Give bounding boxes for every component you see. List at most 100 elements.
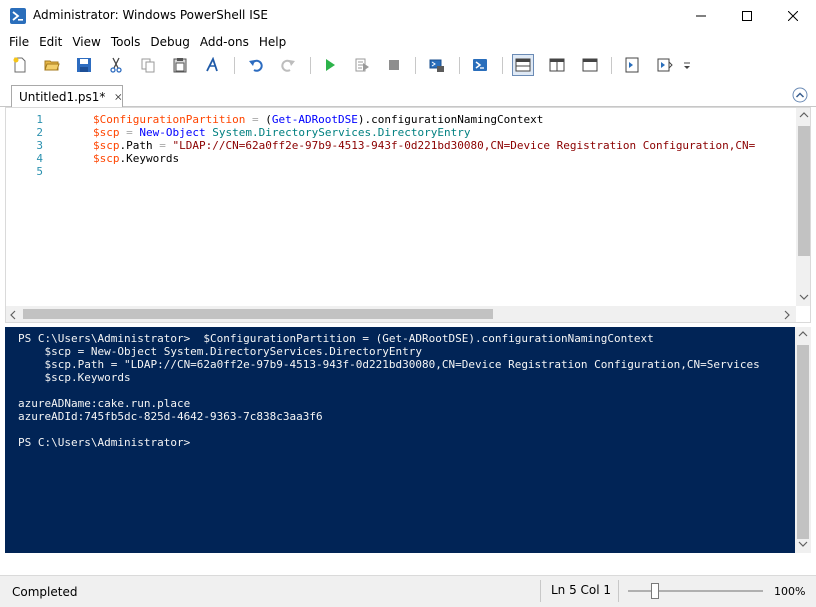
console-output[interactable]: PS C:\Users\Administrator> $Configuratio…: [5, 329, 795, 549]
scroll-down-icon[interactable]: [798, 541, 808, 547]
new-file-button[interactable]: [9, 54, 31, 76]
stop-button[interactable]: [383, 54, 405, 76]
toolbar-separator: [611, 57, 612, 74]
run-selection-button[interactable]: [351, 54, 373, 76]
minimize-button[interactable]: [678, 0, 724, 32]
close-tab-icon[interactable]: [115, 92, 122, 102]
tab-untitled1[interactable]: Untitled1.ps1*: [11, 85, 123, 108]
show-script-pane-right-icon: [549, 58, 565, 72]
scroll-up-icon[interactable]: [798, 331, 808, 337]
show-command-addon-icon: [657, 58, 673, 72]
code-token: New-Object: [139, 126, 206, 139]
powershell-icon: [10, 8, 26, 24]
code-token: =: [119, 126, 140, 139]
toolbar-separator: [502, 57, 503, 74]
menu-tools[interactable]: Tools: [106, 35, 146, 49]
menu-add-ons[interactable]: Add-ons: [195, 35, 254, 49]
code-token: Path: [126, 139, 153, 152]
scrollbar-thumb[interactable]: [797, 345, 809, 539]
code-line[interactable]: 4 $scp.Keywords: [6, 152, 796, 165]
scroll-left-icon[interactable]: [10, 310, 16, 320]
save-button[interactable]: [73, 54, 95, 76]
line-number: 5: [36, 165, 43, 178]
save-icon: [77, 58, 91, 72]
cursor-position: Ln 5 Col 1: [551, 583, 612, 597]
code-line[interactable]: 3 $scp.Path = "LDAP://CN=62a0ff2e-97b9-45…: [6, 139, 796, 152]
editor-vertical-scrollbar[interactable]: [796, 108, 810, 306]
line-number: 1: [36, 113, 43, 126]
open-folder-icon: [44, 60, 60, 71]
run-selection-icon: [355, 58, 369, 72]
window-title: Administrator: Windows PowerShell ISE: [33, 8, 268, 22]
show-command-addon-button[interactable]: [654, 54, 676, 76]
redo-button[interactable]: [277, 54, 299, 76]
toolbar-overflow-icon: [684, 62, 690, 69]
code-token: $ConfigurationPartition: [93, 113, 246, 126]
status-divider: [540, 580, 541, 602]
code-line[interactable]: 1 $ConfigurationPartition = (Get-ADRootDS…: [6, 113, 796, 126]
menu-file[interactable]: File: [4, 35, 34, 49]
editor-horizontal-scrollbar[interactable]: [6, 306, 796, 322]
maximize-button[interactable]: [724, 0, 770, 32]
clear-console-icon: [206, 57, 218, 72]
tab-label: Untitled1.ps1*: [19, 90, 106, 104]
console-line: azureADId:745fb5dc-825d-4642-9363-7c838c…: [18, 410, 323, 423]
close-button[interactable]: [770, 0, 816, 32]
zoom-slider-thumb[interactable]: [651, 583, 659, 599]
start-powershell-button[interactable]: [469, 54, 491, 76]
code-token: =: [245, 113, 266, 126]
remote-powershell-tab-button[interactable]: [426, 54, 448, 76]
scroll-right-icon[interactable]: [784, 310, 790, 320]
status-divider: [618, 580, 619, 602]
console-line: $scp.Path = "LDAP://CN=62a0ff2e-97b9-451…: [18, 358, 760, 371]
menu-debug[interactable]: Debug: [145, 35, 194, 49]
title-bar: Administrator: Windows PowerShell ISE: [0, 0, 816, 32]
cut-button[interactable]: [105, 54, 127, 76]
console-pane[interactable]: PS C:\Users\Administrator> $Configuratio…: [5, 327, 811, 553]
clear-console-button[interactable]: [201, 54, 223, 76]
console-line: PS C:\Users\Administrator>: [18, 436, 191, 449]
copy-button[interactable]: [137, 54, 159, 76]
paste-button[interactable]: [169, 54, 191, 76]
code-line[interactable]: 5: [6, 165, 796, 178]
console-line: $scp.Keywords: [18, 371, 131, 384]
scroll-up-icon[interactable]: [799, 112, 809, 118]
code-token: (: [265, 113, 272, 126]
zoom-slider[interactable]: [628, 590, 763, 592]
code-text: $scp.Path = "LDAP://CN=62a0ff2e-97b9-451…: [93, 139, 755, 152]
script-editor[interactable]: 1 $ConfigurationPartition = (Get-ADRootDS…: [5, 107, 811, 323]
show-script-pane-right-button[interactable]: [546, 54, 568, 76]
show-script-pane-top-button[interactable]: [512, 54, 534, 76]
show-command-window-button[interactable]: [621, 54, 643, 76]
line-number: 4: [36, 152, 43, 165]
console-line: PS C:\Users\Administrator> $Configuratio…: [18, 332, 654, 345]
run-script-button[interactable]: [319, 54, 341, 76]
toolbar-separator: [310, 57, 311, 74]
code-token: ).: [357, 113, 372, 126]
menu-view[interactable]: View: [67, 35, 105, 49]
toolbar-overflow-button[interactable]: [680, 54, 694, 76]
code-token: =: [152, 139, 173, 152]
scroll-down-icon[interactable]: [799, 294, 809, 300]
open-button[interactable]: [41, 54, 63, 76]
console-line: azureADName:cake.run.place: [18, 397, 191, 410]
menu-help[interactable]: Help: [254, 35, 291, 49]
menu-edit[interactable]: Edit: [34, 35, 67, 49]
undo-button[interactable]: [245, 54, 267, 76]
console-vertical-scrollbar[interactable]: [795, 327, 811, 553]
show-script-pane-maximized-button[interactable]: [579, 54, 601, 76]
console-line: $scp = New-Object System.DirectoryServic…: [18, 345, 422, 358]
show-command-window-icon: [625, 57, 639, 73]
scrollbar-thumb[interactable]: [798, 126, 810, 256]
show-script-pane-maximized-icon: [582, 58, 598, 72]
close-icon: [788, 11, 798, 21]
scrollbar-thumb[interactable]: [23, 309, 493, 319]
code-text: $scp.Keywords: [93, 152, 179, 165]
editor-code-area[interactable]: 1 $ConfigurationPartition = (Get-ADRootDS…: [6, 110, 796, 306]
code-text: $ConfigurationPartition = (Get-ADRootDSE…: [93, 113, 543, 126]
collapse-script-pane-icon[interactable]: [792, 87, 808, 103]
paste-icon: [173, 58, 187, 73]
code-line[interactable]: 2 $scp = New-Object System.DirectoryServi…: [6, 126, 796, 139]
